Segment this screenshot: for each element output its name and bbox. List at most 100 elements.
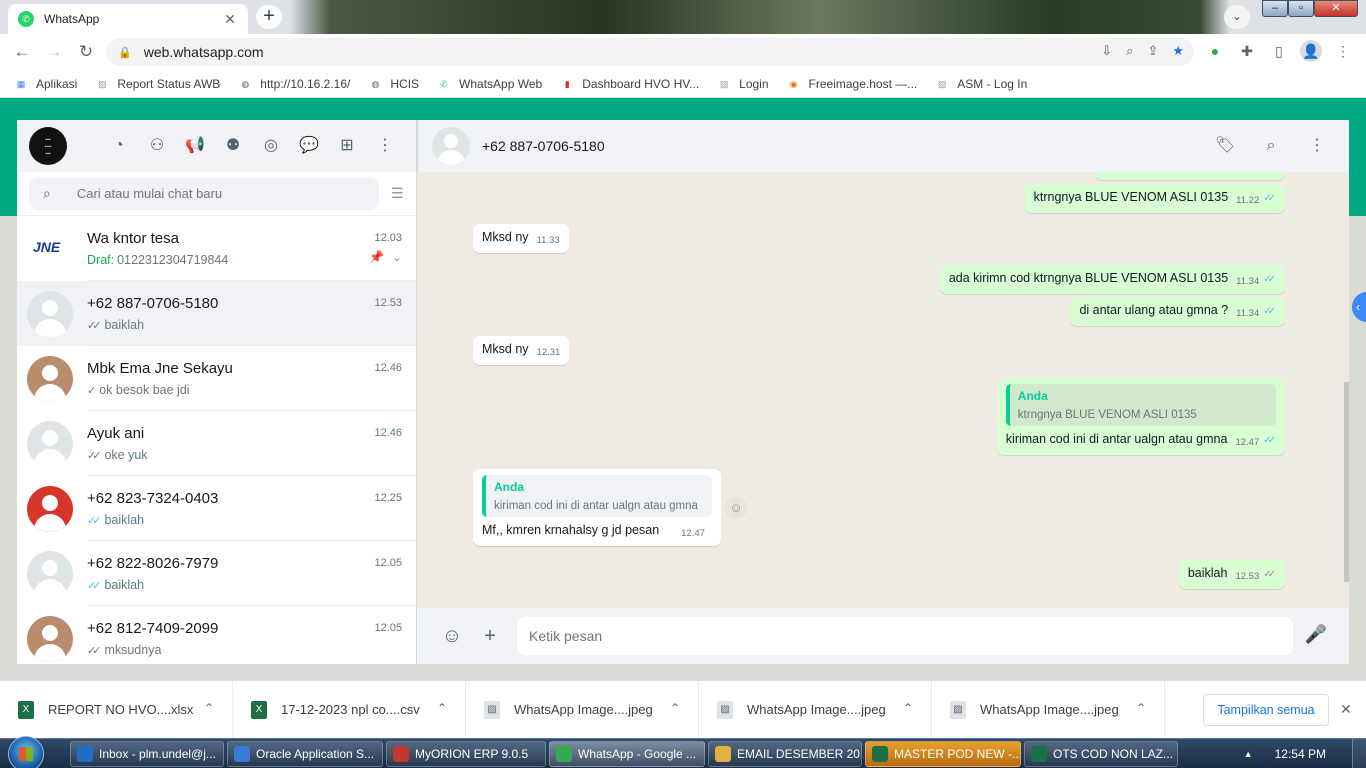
bookmark-item[interactable]: ◍ HCIS (368, 77, 419, 91)
message-scrollbar[interactable] (1344, 172, 1349, 608)
filter-icon[interactable]: ☰ (391, 185, 404, 202)
my-profile-avatar[interactable]: ▪▪▪ ▪▪▪▪ ▪▪▪ (29, 127, 67, 165)
message-read-tick-icon: ✓✓ (1263, 435, 1276, 446)
start-button[interactable] (8, 736, 44, 768)
tab-search-icon[interactable]: ⌄ (1224, 5, 1250, 29)
chat-list-item[interactable]: Mbk Ema Jne Sekayu 12.46 ✓ ok besok bae jdi (17, 346, 416, 411)
back-arrow-icon[interactable]: ← (6, 36, 38, 68)
extensions-puzzle-icon[interactable]: ✚ (1236, 40, 1258, 62)
emoji-reaction-icon[interactable]: ☺ (725, 497, 747, 519)
chat-list-item[interactable]: JNE Wa kntor tesa 12.03 Draf: 01223123047198… (17, 216, 416, 281)
message-bubble-out[interactable]: di antar ulang atau gmna ? 11.34 ✓✓ (1070, 297, 1285, 326)
chat-list-item[interactable]: +62 823-7324-0403 12.25 ✓✓ baiklah (17, 476, 416, 541)
microphone-icon[interactable]: 🎤 (1305, 624, 1327, 645)
message-bubble-out[interactable]: ada kirimn cod ktrngnya BLUE VENOM ASLI … (939, 265, 1285, 294)
show-all-downloads-button[interactable]: Tampilkan semua (1203, 694, 1329, 726)
scrollbar-thumb[interactable] (1344, 382, 1349, 582)
conversation-menu-icon[interactable]: ⋮ (1305, 134, 1329, 158)
chevron-up-icon[interactable]: ⌃ (670, 701, 680, 715)
search-box[interactable]: ⌕ (29, 177, 379, 210)
download-item[interactable]: X 17-12-2023 npl co....csv ⌃ (233, 680, 466, 739)
message-bubble-out[interactable]: Anda ktrngnya BLUE VENOM ASLI 0135 kiriman… (996, 378, 1285, 455)
menu-icon[interactable]: ⋮ (373, 134, 397, 158)
download-item[interactable]: ▨ WhatsApp Image....jpeg ⌃ (932, 680, 1165, 739)
bookmark-item[interactable]: ✆ WhatsApp Web (437, 77, 542, 91)
conversation-header[interactable]: +62 887-0706-5180 🏷 ⌕ ⋮ (417, 120, 1349, 172)
contact-avatar[interactable] (432, 127, 470, 165)
message-bubble-in[interactable]: Anda kiriman cod ini di antar ualgn atau … (473, 469, 721, 546)
download-item[interactable]: ▨ WhatsApp Image....jpeg ⌃ (466, 680, 699, 739)
new-chat-icon[interactable]: ⊞ (335, 134, 359, 158)
message-bubble-out[interactable]: ktrngnya BLUE VENOM ASLI 0135 11.22 ✓✓ (1024, 184, 1285, 213)
chat-list-item[interactable]: +62 887-0706-5180 12.53 ✓✓ baiklah (17, 281, 416, 346)
taskbar-item[interactable]: Oracle Application S... (227, 741, 383, 767)
image-file-icon: ▨ (950, 700, 966, 719)
show-desktop-button[interactable] (1352, 739, 1366, 768)
bookmark-item[interactable]: ▨ Login (717, 77, 769, 91)
search-input[interactable] (76, 186, 347, 201)
message-read-tick-icon: ✓✓ (1263, 569, 1276, 580)
bookmark-item[interactable]: ◉ Freeimage.host —... (787, 77, 918, 91)
close-window-button[interactable]: ✕ (1314, 0, 1358, 17)
message-bubble-out[interactable]: baiklah 12.53 ✓✓ (1178, 560, 1285, 589)
zoom-icon[interactable]: ⌕ (1126, 43, 1133, 59)
taskbar-item[interactable]: MyORION ERP 9.0.5 (386, 741, 546, 767)
chat-list-item[interactable]: +62 822-8026-7979 12.05 ✓✓ baiklah (17, 541, 416, 606)
emoji-icon[interactable]: ☺ (439, 623, 465, 649)
taskbar-item[interactable]: Inbox - plm.undel@j... (70, 741, 224, 767)
maximize-button[interactable]: ▫ (1288, 0, 1314, 17)
tray-arrow-icon[interactable]: ▲ (1244, 749, 1253, 759)
download-item[interactable]: ▨ WhatsApp Image....jpeg ⌃ (699, 680, 932, 739)
side-panel-icon[interactable]: ▯ (1268, 40, 1290, 62)
chevron-up-icon[interactable]: ⌃ (437, 701, 447, 715)
chevron-up-icon[interactable]: ⌃ (204, 701, 214, 715)
search-messages-icon[interactable]: ⌕ (1259, 134, 1283, 158)
chat-list-item[interactable]: Ayuk ani 12.46 ✓✓ oke yuk (17, 411, 416, 476)
status-ring-icon[interactable]: ◎ (259, 134, 283, 158)
message-bubble-in[interactable]: Mksd ny 12.31 (473, 336, 570, 365)
forward-arrow-icon[interactable]: → (38, 36, 70, 68)
chrome-menu-icon[interactable]: ⋮ (1332, 40, 1354, 62)
label-tag-icon[interactable]: 🏷 (1213, 134, 1237, 158)
tab-close-icon[interactable]: ✕ (222, 11, 238, 27)
chevron-up-icon[interactable]: ⌃ (1136, 701, 1146, 715)
chevron-up-icon[interactable]: ⌃ (903, 701, 913, 715)
share-icon[interactable]: ⇪ (1147, 43, 1158, 59)
status-icon[interactable]: ◔ (107, 134, 131, 158)
quoted-message[interactable]: Anda kiriman cod ini di antar ualgn atau … (482, 475, 712, 517)
bookmark-item[interactable]: ▨ Report Status AWB (95, 77, 220, 91)
bookmark-star-icon[interactable]: ★ (1172, 43, 1184, 59)
add-contact-icon[interactable]: ⚇ (145, 134, 169, 158)
lock-icon[interactable]: 🔒 (118, 46, 132, 59)
bookmark-item[interactable]: ▮ Dashboard HVO HV... (560, 77, 699, 91)
taskbar-item[interactable]: OTS COD NON LAZ... (1024, 741, 1178, 767)
taskbar-item[interactable]: WhatsApp - Google ... (549, 741, 705, 767)
browser-tab-whatsapp[interactable]: ✆ WhatsApp ✕ (8, 4, 248, 34)
address-bar[interactable]: 🔒 web.whatsapp.com ⇩ ⌕ ⇪ ★ (106, 38, 1194, 66)
message-bubble-in[interactable]: Mksd ny 11.33 (473, 224, 569, 253)
bookmark-item[interactable]: ▨ ASM - Log In (935, 77, 1027, 91)
bookmark-item[interactable]: ▦ Aplikasi (14, 77, 78, 91)
broadcast-icon[interactable]: 📢 (183, 134, 207, 158)
attach-plus-icon[interactable]: + (477, 623, 503, 649)
quoted-message[interactable]: Anda ktrngnya BLUE VENOM ASLI 0135 (1005, 384, 1276, 426)
extension-green-icon[interactable]: ● (1204, 40, 1226, 62)
chevron-down-icon[interactable]: ⌄ (392, 250, 402, 264)
profile-avatar-icon[interactable]: 👤 (1300, 40, 1322, 62)
taskbar-item[interactable]: EMAIL DESEMBER 20... (708, 741, 862, 767)
bookmark-item[interactable]: ◍ http://10.16.2.16/ (238, 77, 350, 91)
message-input[interactable] (517, 617, 1293, 655)
communities-icon[interactable]: ⚉ (221, 134, 245, 158)
reload-icon[interactable]: ↻ (70, 36, 102, 68)
install-app-icon[interactable]: ⇩ (1101, 43, 1112, 59)
new-tab-button[interactable]: + (256, 5, 282, 29)
download-item[interactable]: X REPORT NO HVO....xlsx ⌃ (0, 680, 233, 739)
minimize-button[interactable]: – (1262, 0, 1288, 17)
chat-list-item[interactable]: +62 812-7409-2099 12.05 ✓✓ mksudnya (17, 606, 416, 664)
channels-icon[interactable]: 💬 (297, 134, 321, 158)
contact-name[interactable]: +62 887-0706-5180 (482, 138, 605, 154)
clock[interactable]: 12:54 PM (1275, 747, 1326, 761)
taskbar-item[interactable]: MASTER POD NEW -... (865, 741, 1021, 767)
close-downloads-icon[interactable]: ✕ (1340, 701, 1352, 718)
message-time: 12.53 (1235, 571, 1260, 582)
